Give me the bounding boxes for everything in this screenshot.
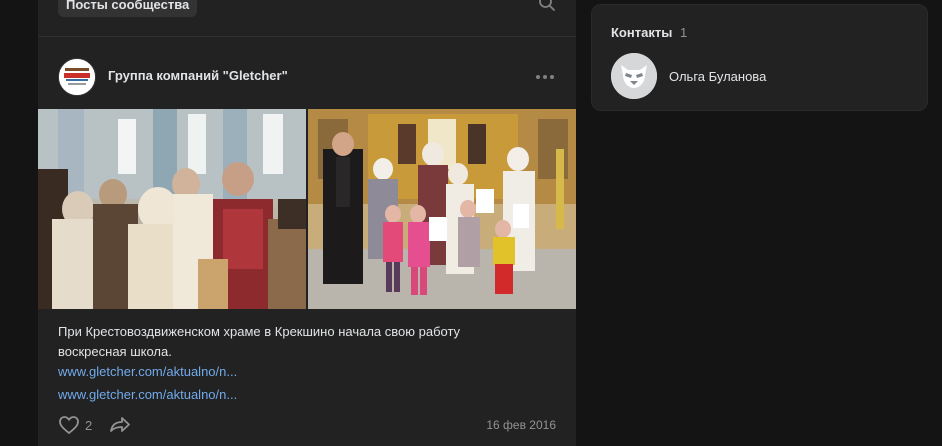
share-arrow-icon[interactable]: [108, 414, 132, 436]
sunday-school-group-image: [308, 109, 576, 309]
contacts-block: Контакты 1 Ольга Буланова: [591, 4, 928, 111]
contact-item[interactable]: Ольга Буланова: [611, 53, 911, 101]
post-photo-sunday-school[interactable]: [308, 109, 576, 309]
gletcher-logo-icon: [59, 59, 95, 95]
search-icon[interactable]: [538, 0, 556, 12]
tab-community-posts[interactable]: Посты сообщества: [58, 0, 198, 17]
community-posts-feed: Посты сообщества Группа компаний "Gletch…: [38, 0, 576, 446]
post-photo-church-interior[interactable]: [38, 109, 306, 309]
more-options-icon[interactable]: [534, 72, 556, 82]
post-footer: 2 16 фев 2016: [38, 412, 576, 440]
post-text-line-1: При Крестовоздвиженском храме в Крекшино…: [58, 324, 461, 339]
post-header: Группа компаний "Gletcher": [38, 46, 576, 108]
page-margin: [0, 0, 38, 446]
feed-header: Посты сообщества: [38, 0, 576, 37]
contacts-title[interactable]: Контакты: [611, 25, 672, 40]
post-text: При Крестовоздвиженском храме в Крекшино…: [58, 322, 558, 382]
contact-name[interactable]: Ольга Буланова: [669, 69, 766, 84]
post-text-line-2: воскресная школа.: [58, 344, 172, 359]
contacts-count: 1: [680, 25, 688, 40]
post-date[interactable]: 16 фев 2016: [486, 418, 556, 432]
post-link-1[interactable]: www.gletcher.com/aktualno/n...: [58, 362, 558, 382]
post-link-2[interactable]: www.gletcher.com/aktualno/n...: [58, 387, 237, 402]
like-count: 2: [85, 418, 93, 433]
group-name-link[interactable]: Группа компаний "Gletcher": [108, 68, 288, 83]
default-avatar-icon: [611, 53, 657, 99]
group-avatar[interactable]: [58, 58, 96, 96]
church-interior-image: [38, 109, 306, 309]
contact-avatar[interactable]: [611, 53, 657, 99]
like-heart-icon[interactable]: [58, 414, 80, 436]
